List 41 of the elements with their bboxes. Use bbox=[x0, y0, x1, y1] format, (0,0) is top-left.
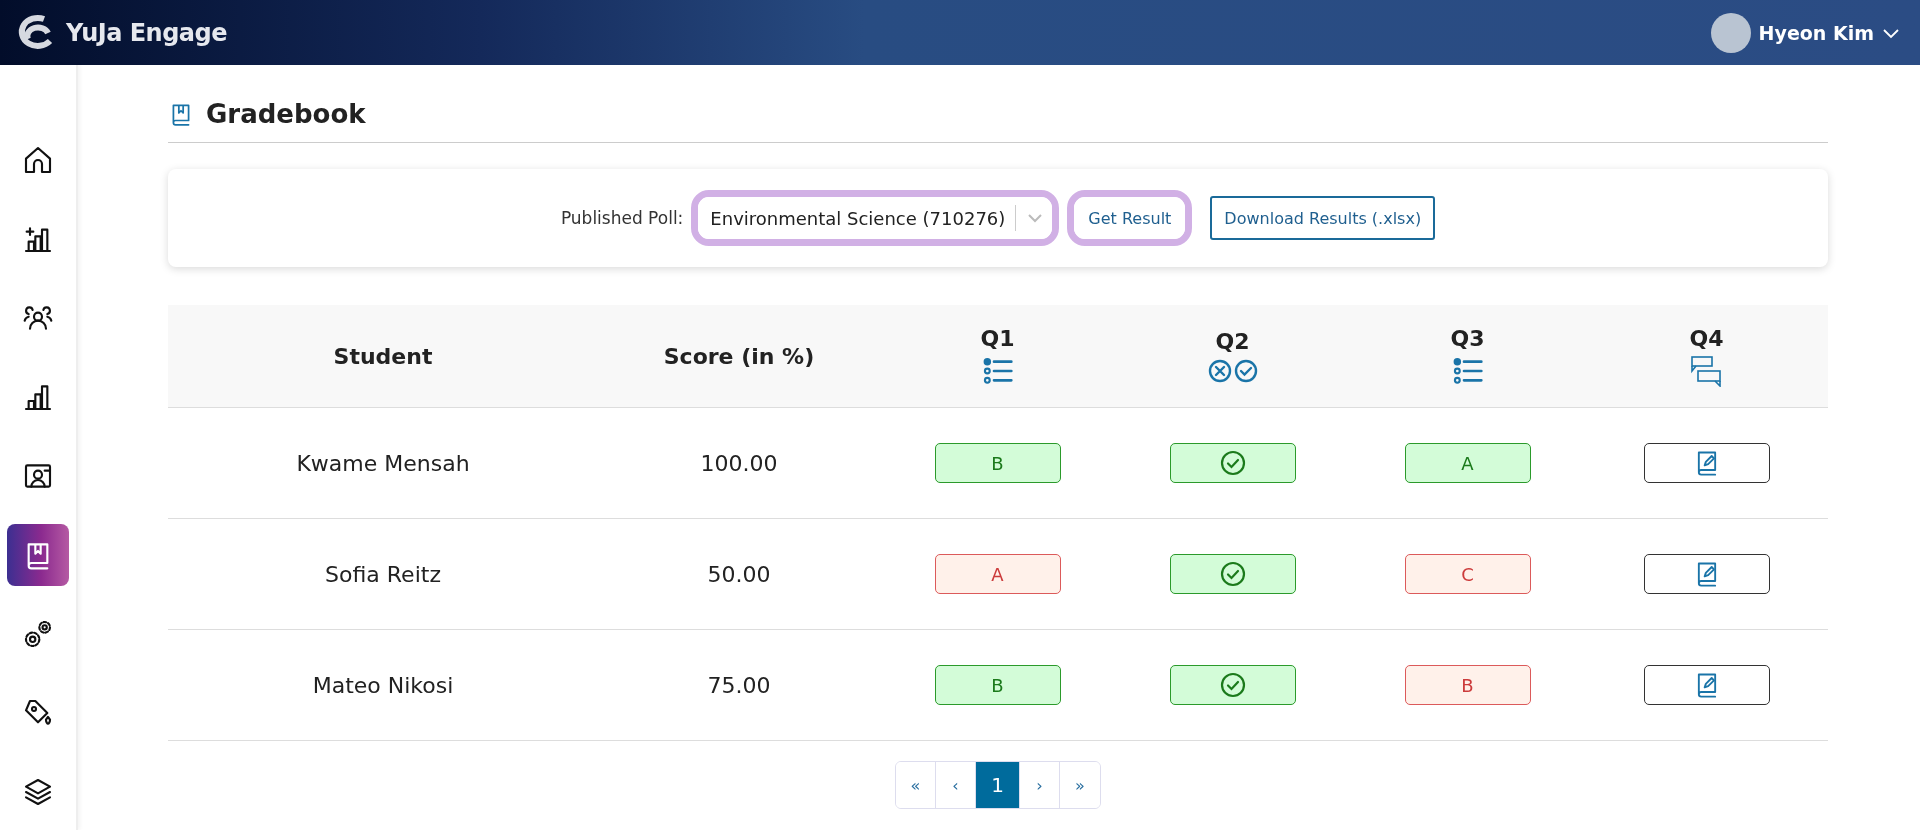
student-name: Mateo Nikosi bbox=[312, 672, 454, 698]
avatar[interactable] bbox=[1710, 12, 1751, 53]
column-header: Q4 bbox=[1689, 325, 1724, 351]
sidebar-item[interactable] bbox=[7, 524, 69, 586]
column-header: Q1 bbox=[980, 325, 1015, 351]
student-name: Sofia Reitz bbox=[325, 561, 441, 587]
column-header: Student bbox=[333, 343, 433, 369]
download-button[interactable]: Download Results (.xlsx) bbox=[1210, 196, 1436, 240]
score-cell: 50.00 bbox=[707, 561, 771, 587]
answer-badge: A bbox=[1404, 443, 1531, 483]
brand-name: YuJa Engage bbox=[66, 18, 227, 47]
chevron-down-icon[interactable] bbox=[1882, 26, 1900, 39]
page-button[interactable]: 1 bbox=[976, 762, 1020, 808]
chevron-down-icon bbox=[1026, 212, 1045, 224]
answer-badge: B bbox=[934, 443, 1061, 483]
home-icon bbox=[22, 144, 54, 176]
page-button[interactable]: « bbox=[896, 762, 936, 808]
user-name[interactable]: Hyeon Kim bbox=[1758, 21, 1874, 44]
view-answer-button[interactable] bbox=[1643, 443, 1770, 483]
page-title: Gradebook bbox=[206, 98, 366, 129]
check-circle-icon bbox=[1219, 450, 1246, 476]
view-answer-button[interactable] bbox=[1643, 554, 1770, 594]
column-header: Score (in %) bbox=[663, 343, 815, 369]
poll-dropdown[interactable]: Environmental Science (710276) bbox=[698, 197, 1053, 239]
question-answer-icon bbox=[1689, 354, 1724, 387]
check-circle-icon bbox=[1219, 672, 1246, 698]
cross-check-icon bbox=[1207, 357, 1258, 384]
score-cell: 100.00 bbox=[700, 450, 778, 476]
get-result-button[interactable]: Get Result bbox=[1074, 197, 1186, 239]
view-answer-button[interactable] bbox=[1643, 665, 1770, 705]
score-cell: 75.00 bbox=[707, 672, 771, 698]
poll-label: Published Poll: bbox=[560, 208, 684, 228]
check-circle-icon bbox=[1219, 561, 1246, 587]
layers-icon bbox=[22, 776, 54, 808]
answer-badge: A bbox=[934, 554, 1061, 594]
answer-badge: B bbox=[934, 665, 1061, 705]
answer-badge: B bbox=[1404, 665, 1531, 705]
column-header: Q3 bbox=[1450, 325, 1485, 351]
column-header: Q2 bbox=[1215, 328, 1250, 354]
student-name: Kwame Mensah bbox=[296, 450, 470, 476]
answer-badge: C bbox=[1404, 554, 1531, 594]
